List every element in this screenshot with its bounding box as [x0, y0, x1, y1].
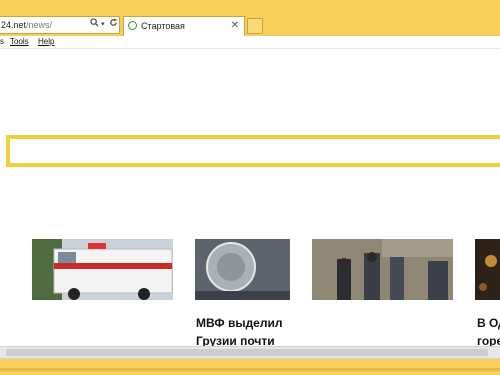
status-bar: [0, 359, 500, 375]
news-image-police[interactable]: [312, 239, 453, 300]
address-bar[interactable]: 24.net/news/ ▾: [0, 16, 120, 34]
new-tab-button[interactable]: [247, 18, 263, 34]
green-circle-icon: [128, 21, 137, 30]
news-headline[interactable]: В Од горе: [477, 314, 500, 350]
close-icon[interactable]: ✕: [231, 17, 239, 35]
menu-item-help[interactable]: Help: [38, 36, 54, 48]
scrollbar-thumb[interactable]: [6, 349, 488, 356]
address-url[interactable]: 24.net/news/: [1, 17, 52, 33]
browser-toolbar: 24.net/news/ ▾ Стартовая ✕: [0, 0, 500, 36]
news-headline[interactable]: МВФ выделил Грузии почти: [196, 314, 282, 350]
menu-label-help: Help: [38, 37, 55, 46]
search-input[interactable]: [6, 135, 500, 167]
menu-bar: s Tools Help: [0, 36, 500, 49]
news-image-imf[interactable]: [195, 239, 290, 300]
search-icon[interactable]: [90, 17, 99, 33]
tab-title: Стартовая: [141, 21, 185, 31]
menu-label-tools: Tools: [10, 37, 29, 46]
status-bar-divider: [0, 368, 500, 371]
news-image-ambulance[interactable]: [32, 239, 173, 300]
horizontal-scrollbar[interactable]: [0, 346, 500, 359]
chevron-down-icon[interactable]: ▾: [101, 17, 105, 33]
url-domain: 24.net: [1, 20, 27, 30]
refresh-icon[interactable]: [109, 17, 118, 33]
url-path: /news/: [26, 20, 53, 30]
news-image-night[interactable]: [475, 239, 500, 300]
headline-line: МВФ выделил: [196, 316, 283, 330]
tab-startovaya[interactable]: Стартовая ✕: [123, 16, 245, 36]
menu-item-partial[interactable]: s: [0, 36, 4, 48]
menu-item-tools[interactable]: Tools: [10, 36, 29, 48]
headline-line: В Од: [477, 316, 500, 330]
